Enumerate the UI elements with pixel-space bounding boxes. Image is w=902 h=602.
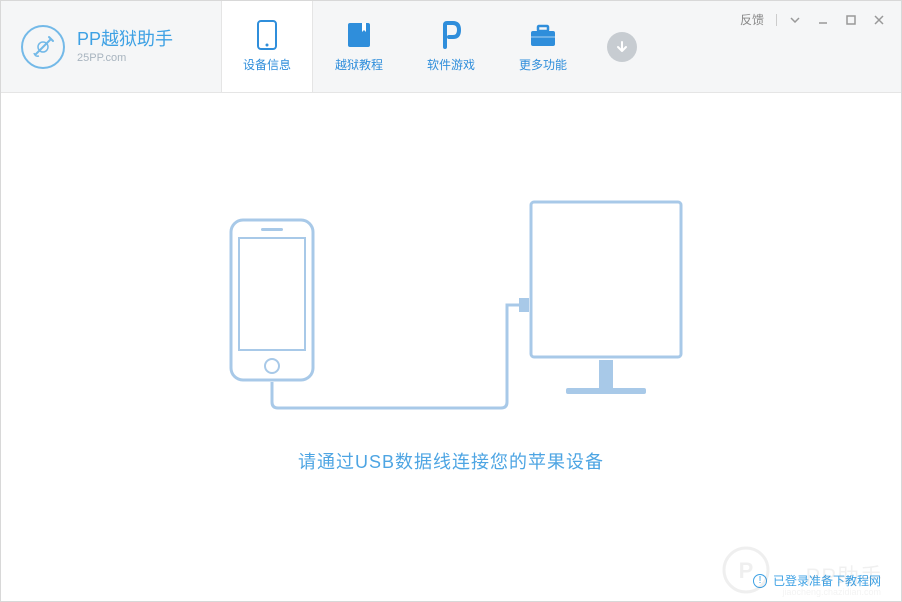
svg-text:P: P <box>739 558 754 583</box>
connect-device-illustration <box>211 190 691 420</box>
titlebar: PP越狱助手 25PP.com 设备信息 <box>1 1 901 93</box>
maximize-button[interactable] <box>839 11 863 29</box>
info-icon: ! <box>753 574 767 588</box>
footer-text: 已登录准备下教程网 <box>773 572 881 589</box>
separator <box>776 14 777 26</box>
download-arrow-icon <box>615 40 629 54</box>
tab-label: 越狱教程 <box>335 56 383 73</box>
connection-prompt: 请通过USB数据线连接您的苹果设备 <box>298 448 604 474</box>
brand-logo-icon <box>21 25 65 69</box>
tab-label: 设备信息 <box>243 56 291 73</box>
tab-label: 更多功能 <box>519 56 567 73</box>
window-controls: 反馈 <box>734 9 891 30</box>
toolbox-icon <box>528 20 558 50</box>
brand-text: PP越狱助手 25PP.com <box>77 28 173 66</box>
tab-label: 软件游戏 <box>427 56 475 73</box>
brand: PP越狱助手 25PP.com <box>1 1 221 92</box>
content-area: 请通过USB数据线连接您的苹果设备 ! 已登录准备下教程网 P PP助手 jia… <box>1 93 901 601</box>
app-window: PP越狱助手 25PP.com 设备信息 <box>0 0 902 602</box>
footer-status: ! 已登录准备下教程网 <box>753 572 881 589</box>
p-icon <box>436 20 466 50</box>
tab-device-info[interactable]: 设备信息 <box>221 1 313 92</box>
app-subtitle: 25PP.com <box>77 51 173 65</box>
tabs: 设备信息 越狱教程 软件游戏 <box>221 1 589 92</box>
feedback-link[interactable]: 反馈 <box>734 9 770 30</box>
dropdown-button[interactable] <box>783 11 807 29</box>
minimize-button[interactable] <box>811 11 835 29</box>
chevron-down-icon <box>790 17 800 23</box>
device-icon <box>252 20 282 50</box>
minimize-icon <box>817 14 829 26</box>
maximize-icon <box>845 14 857 26</box>
app-title: PP越狱助手 <box>77 28 173 51</box>
tab-jailbreak-tutorial[interactable]: 越狱教程 <box>313 1 405 92</box>
download-button[interactable] <box>607 32 637 62</box>
tab-more-features[interactable]: 更多功能 <box>497 1 589 92</box>
close-icon <box>873 14 885 26</box>
close-button[interactable] <box>867 11 891 29</box>
book-icon <box>344 20 374 50</box>
tab-software-games[interactable]: 软件游戏 <box>405 1 497 92</box>
